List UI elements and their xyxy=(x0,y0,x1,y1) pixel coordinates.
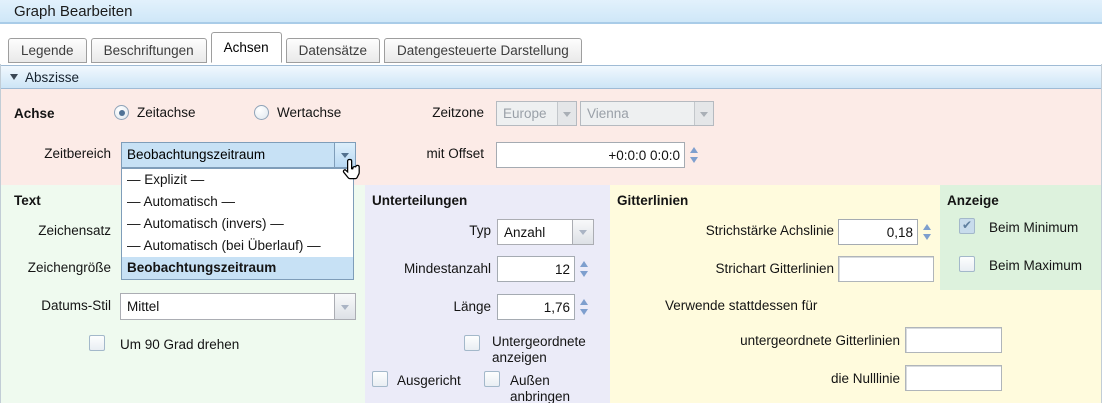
beim-minimum-checkbox[interactable] xyxy=(959,218,975,234)
strichart-input[interactable] xyxy=(838,256,934,282)
chevron-down-icon xyxy=(557,102,576,125)
beim-maximum-label[interactable]: Beim Maximum xyxy=(989,258,1082,273)
nulllinie-label: die Nulllinie xyxy=(830,371,900,386)
gitterlinien-title: Gitterlinien xyxy=(617,193,689,208)
datums-stil-label: Datums-Stil xyxy=(41,298,111,313)
laenge-spinner[interactable] xyxy=(576,294,591,320)
aussen-anbringen-label[interactable]: Außen anbringen xyxy=(510,373,595,403)
zeitbereich-label: Zeitbereich xyxy=(44,146,111,161)
offset-label: mit Offset xyxy=(426,146,484,161)
collapse-triangle-icon xyxy=(10,74,18,80)
unterteilungen-panel: Unterteilungen Typ Anzahl Mindestanzahl … xyxy=(365,185,610,403)
dropdown-option-explizit[interactable]: — Explizit — xyxy=(122,169,353,191)
offset-input[interactable] xyxy=(496,142,685,168)
spinner-down-icon[interactable] xyxy=(579,271,588,277)
spinner-down-icon[interactable] xyxy=(579,309,588,315)
zeitzone-city-value: Vienna xyxy=(587,106,629,121)
zeitbereich-combobox[interactable]: Beobachtungszeitraum xyxy=(121,142,356,168)
laenge-input[interactable] xyxy=(497,294,575,320)
tab-datengesteuerte-darstellung[interactable]: Datengesteuerte Darstellung xyxy=(383,38,582,63)
zeitbereich-combobox-value: Beobachtungszeitraum xyxy=(127,147,266,162)
untergeordnete-anzeigen-label[interactable]: Untergeordnete anzeigen xyxy=(492,334,600,366)
mindestanzahl-input[interactable] xyxy=(497,256,575,282)
wertachse-radio-label[interactable]: Wertachse xyxy=(277,105,341,120)
strichstaerke-input[interactable] xyxy=(838,219,918,245)
dialog-title-bar: Graph Bearbeiten xyxy=(0,0,1102,24)
spinner-down-icon[interactable] xyxy=(922,234,931,240)
typ-select[interactable]: Anzahl xyxy=(497,219,594,245)
dropdown-option-automatisch-invers[interactable]: — Automatisch (invers) — xyxy=(122,213,353,235)
tab-datensaetze[interactable]: Datensätze xyxy=(285,38,380,63)
typ-value: Anzahl xyxy=(504,225,546,240)
strichart-label: Strichart Gitterlinien xyxy=(715,261,834,276)
graph-edit-dialog: Graph Bearbeiten Legende Beschriftungen … xyxy=(0,0,1102,403)
zeichengroesse-label: Zeichengröße xyxy=(27,260,111,275)
hand-cursor-icon xyxy=(342,158,360,180)
text-section-title: Text xyxy=(14,193,41,208)
dropdown-option-automatisch[interactable]: — Automatisch — xyxy=(122,191,353,213)
achse-label: Achse xyxy=(14,106,55,121)
beim-minimum-label[interactable]: Beim Minimum xyxy=(989,220,1078,235)
tab-beschriftungen[interactable]: Beschriftungen xyxy=(90,38,207,63)
verwende-stattdessen-label: Verwende stattdessen für xyxy=(665,298,818,313)
abszisse-section-header[interactable]: Abszisse xyxy=(0,65,1102,89)
spinner-up-icon[interactable] xyxy=(579,299,588,305)
dialog-title: Graph Bearbeiten xyxy=(14,3,133,20)
chevron-down-icon[interactable] xyxy=(334,294,355,319)
chevron-down-icon xyxy=(694,102,713,125)
ausgerichtet-checkbox[interactable] xyxy=(372,371,388,387)
zeitzone-region-value: Europe xyxy=(503,106,547,121)
strichstaerke-spinner[interactable] xyxy=(919,219,934,245)
abszisse-section-label: Abszisse xyxy=(25,69,80,85)
tab-legende[interactable]: Legende xyxy=(8,38,87,63)
untergeordnete-anzeigen-checkbox[interactable] xyxy=(464,335,480,351)
nulllinie-input[interactable] xyxy=(905,365,1002,391)
ausgerichtet-label[interactable]: Ausgericht xyxy=(397,373,484,388)
tab-strip: Legende Beschriftungen Achsen Datensätze… xyxy=(8,32,582,63)
zeitzone-region-select: Europe xyxy=(496,101,577,126)
spinner-up-icon[interactable] xyxy=(579,261,588,267)
datums-stil-select[interactable]: Mittel xyxy=(120,293,356,320)
dropdown-option-automatisch-ueberlauf[interactable]: — Automatisch (bei Überlauf) — xyxy=(122,235,353,257)
untergeordnete-gitterlinien-label: untergeordnete Gitterlinien xyxy=(740,333,900,348)
zeitzone-label: Zeitzone xyxy=(432,105,484,120)
mindestanzahl-label: Mindestanzahl xyxy=(403,261,491,276)
strichstaerke-label: Strichstärke Achslinie xyxy=(705,223,834,238)
unterteilungen-title: Unterteilungen xyxy=(372,193,468,208)
tab-achsen[interactable]: Achsen xyxy=(210,32,282,63)
rotate-90-label[interactable]: Um 90 Grad drehen xyxy=(120,337,239,352)
spinner-up-icon[interactable] xyxy=(922,224,931,230)
spinner-up-icon[interactable] xyxy=(689,147,698,153)
anzeige-panel: Anzeige Beim Minimum Beim Maximum xyxy=(940,185,1101,290)
mindestanzahl-spinner[interactable] xyxy=(576,256,591,282)
zeitachse-radio[interactable] xyxy=(114,105,129,120)
rotate-90-checkbox[interactable] xyxy=(89,335,105,351)
untergeordnete-gitterlinien-input[interactable] xyxy=(905,327,1002,353)
chevron-down-icon[interactable] xyxy=(572,220,593,244)
typ-label: Typ xyxy=(469,223,491,238)
zeichensatz-label: Zeichensatz xyxy=(38,223,111,238)
beim-maximum-checkbox[interactable] xyxy=(959,256,975,272)
wertachse-radio[interactable] xyxy=(254,105,269,120)
zeitachse-radio-label[interactable]: Zeitachse xyxy=(137,105,196,120)
datums-stil-value: Mittel xyxy=(127,299,160,314)
zeitbereich-dropdown-list: — Explizit — — Automatisch — — Automatis… xyxy=(121,168,354,280)
zeitzone-city-select: Vienna xyxy=(580,101,714,126)
aussen-anbringen-checkbox[interactable] xyxy=(484,371,500,387)
spinner-down-icon[interactable] xyxy=(689,157,698,163)
laenge-label: Länge xyxy=(453,299,491,314)
anzeige-title: Anzeige xyxy=(947,193,999,208)
offset-spinner[interactable] xyxy=(686,142,701,168)
dropdown-option-beobachtungszeitraum[interactable]: Beobachtungszeitraum xyxy=(122,257,353,279)
